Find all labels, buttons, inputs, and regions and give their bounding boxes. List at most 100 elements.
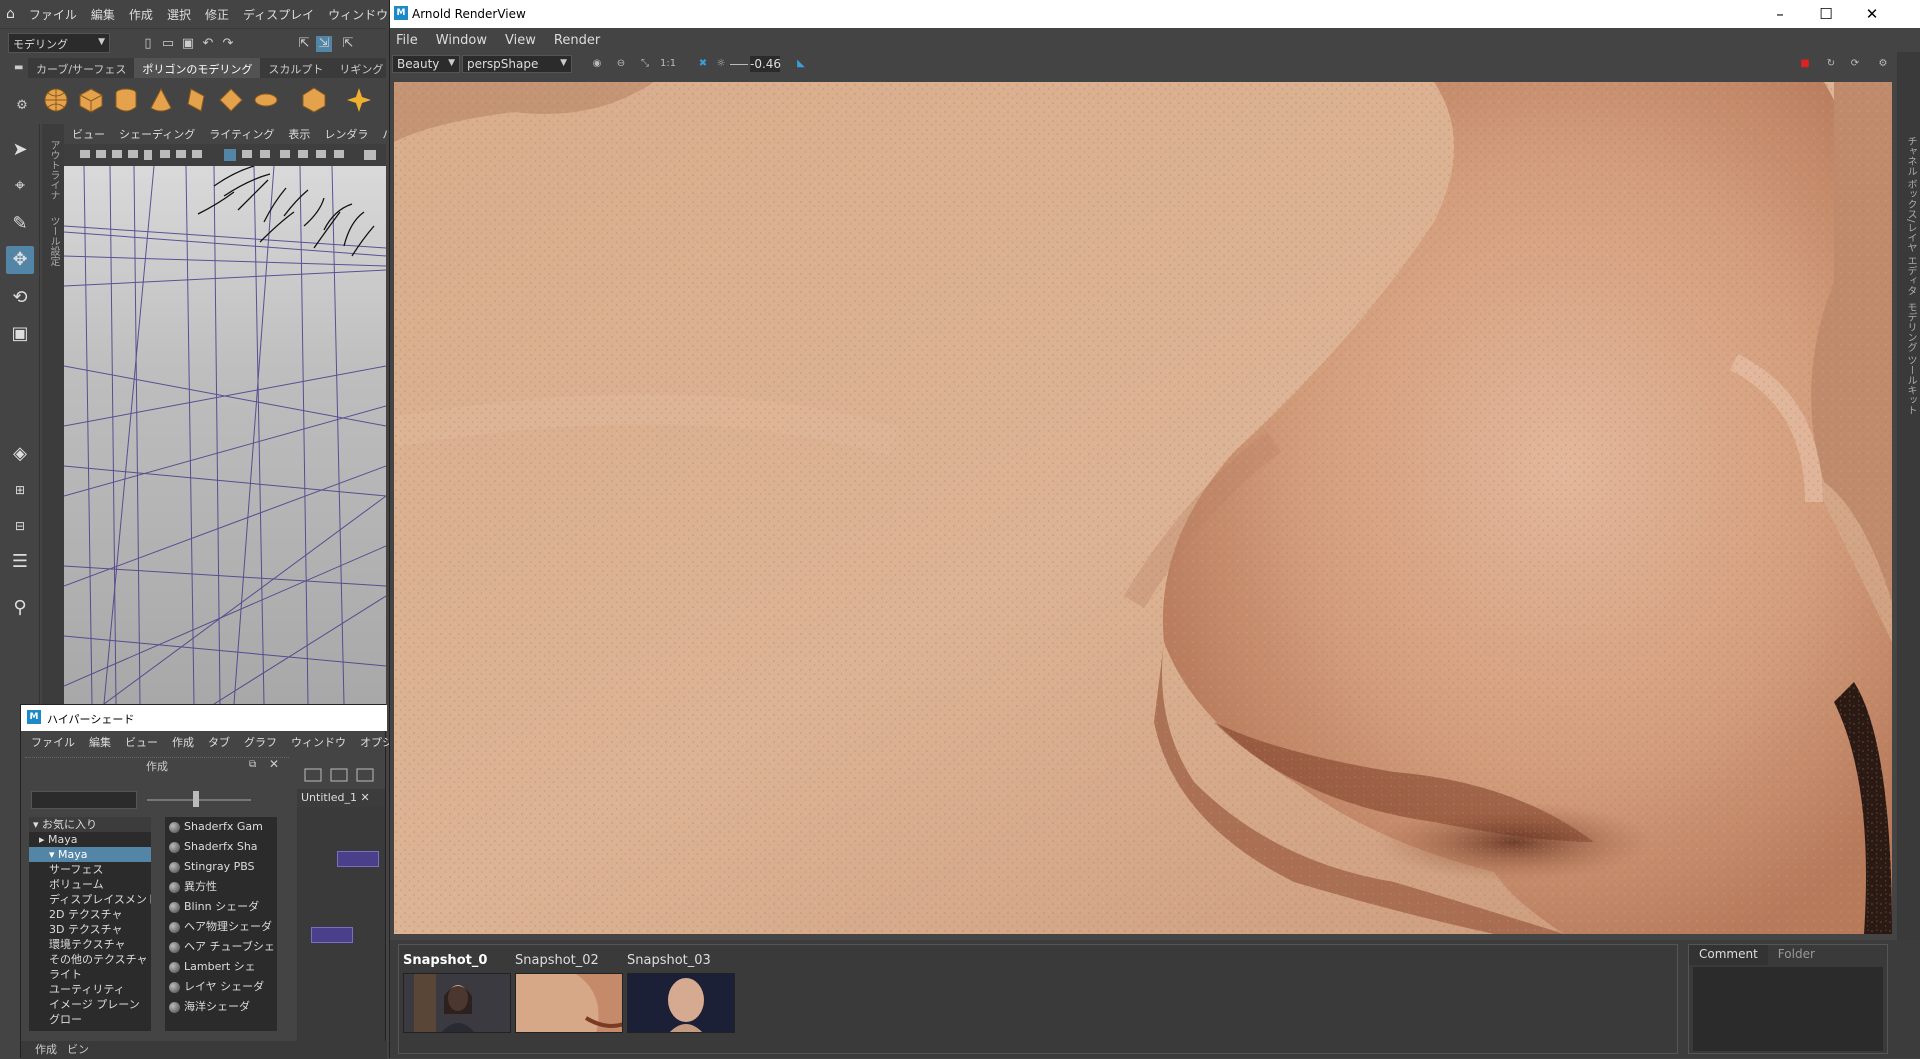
graph-toolbar-icons[interactable] <box>297 765 385 785</box>
shelf-tab-poly-modeling[interactable]: ポリゴンのモデリング <box>134 58 261 78</box>
shader-node-item[interactable]: Lambert シェ <box>165 957 277 977</box>
sparkle-icon[interactable] <box>345 86 373 114</box>
poly-platonic-icon[interactable] <box>300 86 328 114</box>
save-scene-icon[interactable]: ▣ <box>180 36 196 52</box>
graph-node[interactable] <box>337 851 379 867</box>
new-scene-icon[interactable]: ▯ <box>140 36 156 52</box>
tab-modeling-toolkit[interactable]: モデリング ツールキット <box>1903 302 1918 415</box>
shader-node-item[interactable]: レイヤ シェーダ <box>165 977 277 997</box>
viewport-toolbar-icons[interactable] <box>64 144 386 166</box>
tab-tool-settings[interactable]: ツール設定 <box>46 216 61 266</box>
tab-comment[interactable]: Comment <box>1689 945 1768 965</box>
select-object-icon[interactable]: ⇲ <box>316 36 332 52</box>
home-icon[interactable]: ⌂ <box>6 6 15 22</box>
ipr-icon[interactable]: ⟳ <box>1848 57 1862 71</box>
shader-node-item[interactable]: Blinn シェーダ <box>165 897 277 917</box>
move-tool-icon[interactable]: ✥ <box>6 246 34 274</box>
menu-edit[interactable]: 編集 <box>91 6 115 23</box>
shader-node-item[interactable]: 海洋シェーダ <box>165 997 277 1017</box>
icon-size-slider-handle[interactable] <box>193 791 199 807</box>
hypershade-titlebar[interactable]: M ハイパーシェード <box>21 705 387 731</box>
lasso-tool-icon[interactable]: ⌖ <box>6 172 34 200</box>
shader-node-item[interactable]: ヘア物理シェーダ <box>165 917 277 937</box>
select-hierarchy-icon[interactable]: ⇱ <box>296 36 312 52</box>
crop-icon[interactable]: ⤡ <box>638 57 652 71</box>
scale-tool-icon[interactable]: ▣ <box>6 320 34 348</box>
hs-menu-graph[interactable]: グラフ <box>244 734 277 750</box>
viewport-menu-show[interactable]: 表示 <box>288 126 310 142</box>
outliner-layout-icon[interactable]: ☰ <box>6 548 34 576</box>
tab-folder[interactable]: Folder <box>1768 945 1825 965</box>
poly-cube-icon[interactable] <box>77 86 105 114</box>
viewport-menu-shading[interactable]: シェーディング <box>119 126 195 142</box>
float-panel-icon[interactable]: ⧉ <box>249 759 256 770</box>
hs-menu-edit[interactable]: 編集 <box>89 734 111 750</box>
snapshot-item[interactable]: Snapshot_03 <box>627 953 735 1033</box>
two-view-icon[interactable]: ⊟ <box>6 512 34 540</box>
poly-plane-icon[interactable] <box>217 86 245 114</box>
category-item[interactable]: 2D テクスチャ <box>29 907 151 922</box>
poly-sphere-icon[interactable] <box>42 86 70 114</box>
snapshot-item[interactable]: Snapshot_0 <box>403 953 511 1033</box>
category-item[interactable]: ▾ お気に入り <box>29 817 151 832</box>
four-view-icon[interactable]: ⊞ <box>6 476 34 504</box>
shelf-tab-curves[interactable]: カーブ/サーフェス <box>28 58 134 78</box>
category-item[interactable]: その他のテクスチャ <box>29 952 151 967</box>
category-item[interactable]: ユーティリティ <box>29 982 151 997</box>
category-item[interactable]: 3D テクスチャ <box>29 922 151 937</box>
paint-select-icon[interactable]: ✎ <box>6 210 34 238</box>
menu-window[interactable]: ウィンドウ <box>328 6 388 23</box>
comment-textarea[interactable] <box>1693 967 1883 1051</box>
icon-size-slider[interactable] <box>147 799 251 801</box>
close-button[interactable]: ✕ <box>1862 4 1882 24</box>
close-panel-icon[interactable]: ✕ <box>269 757 279 771</box>
menu-create[interactable]: 作成 <box>129 6 153 23</box>
menu-display[interactable]: ディスプレイ <box>243 6 314 23</box>
category-item[interactable]: 環境テクスチャ <box>29 937 151 952</box>
redo-icon[interactable]: ↷ <box>220 36 236 52</box>
menu-modify[interactable]: 修正 <box>205 6 229 23</box>
refresh-render-icon[interactable]: ↻ <box>1824 57 1838 71</box>
snapshot-thumbnail[interactable] <box>515 973 623 1033</box>
shelf-gear-icon[interactable]: ⚙ <box>14 98 30 114</box>
node-graph[interactable] <box>297 807 385 1043</box>
shader-node-item[interactable]: 異方性 <box>165 877 277 897</box>
tab-outliner[interactable]: アウトライナ <box>46 140 61 200</box>
poly-torus-icon[interactable] <box>182 86 210 114</box>
shelf-tab-rigging[interactable]: リギング <box>331 58 391 78</box>
close-tab-icon[interactable]: ✕ <box>361 791 370 804</box>
shelf-toggle-icon[interactable]: ▬ <box>14 62 26 74</box>
viewport-menu-view[interactable]: ビュー <box>72 126 105 142</box>
rotate-tool-icon[interactable]: ⟲ <box>6 284 34 312</box>
hs-menu-view[interactable]: ビュー <box>125 734 158 750</box>
exposure-value[interactable]: -0.46 <box>750 56 781 72</box>
snapshot-thumbnail[interactable] <box>403 973 511 1033</box>
poly-disc-icon[interactable] <box>252 86 280 114</box>
viewport-menu-renderer[interactable]: レンダラ <box>324 126 368 142</box>
category-item[interactable]: ▾ Maya <box>29 847 151 862</box>
menu-select[interactable]: 選択 <box>167 6 191 23</box>
mode-selector[interactable]: モデリング <box>8 33 110 53</box>
aov-dropdown[interactable]: Beauty <box>392 55 460 73</box>
hs-menu-file[interactable]: ファイル <box>31 734 75 750</box>
viewport-3d-scene[interactable] <box>64 166 386 704</box>
shader-node-item[interactable]: Shaderfx Gam <box>165 817 277 837</box>
select-tool-icon[interactable]: ➤ <box>6 136 34 164</box>
color-correction-icon[interactable]: ◣ <box>794 57 808 71</box>
maximize-button[interactable]: ☐ <box>1816 4 1836 24</box>
category-item[interactable]: ▸ Maya <box>29 832 151 847</box>
camera-dropdown[interactable]: perspShape <box>462 55 572 73</box>
rv-menu-window[interactable]: Window <box>436 33 487 48</box>
graph-node[interactable] <box>311 927 353 943</box>
poly-cylinder-icon[interactable] <box>112 86 140 114</box>
single-view-icon[interactable]: ◈ <box>6 440 34 468</box>
tab-create[interactable]: 作成 <box>35 1041 57 1059</box>
search-icon[interactable]: ⚲ <box>6 594 34 622</box>
renderview-titlebar[interactable]: M Arnold RenderView – ☐ ✕ <box>390 0 1920 28</box>
renderview-settings-icon[interactable]: ⚙ <box>1876 57 1890 71</box>
exposure-slider[interactable] <box>730 64 748 65</box>
shader-node-item[interactable]: Shaderfx Sha <box>165 837 277 857</box>
category-item[interactable]: サーフェス <box>29 862 151 877</box>
tab-bins[interactable]: ビン <box>67 1041 89 1059</box>
channel-icon[interactable]: ⊖ <box>614 57 628 71</box>
